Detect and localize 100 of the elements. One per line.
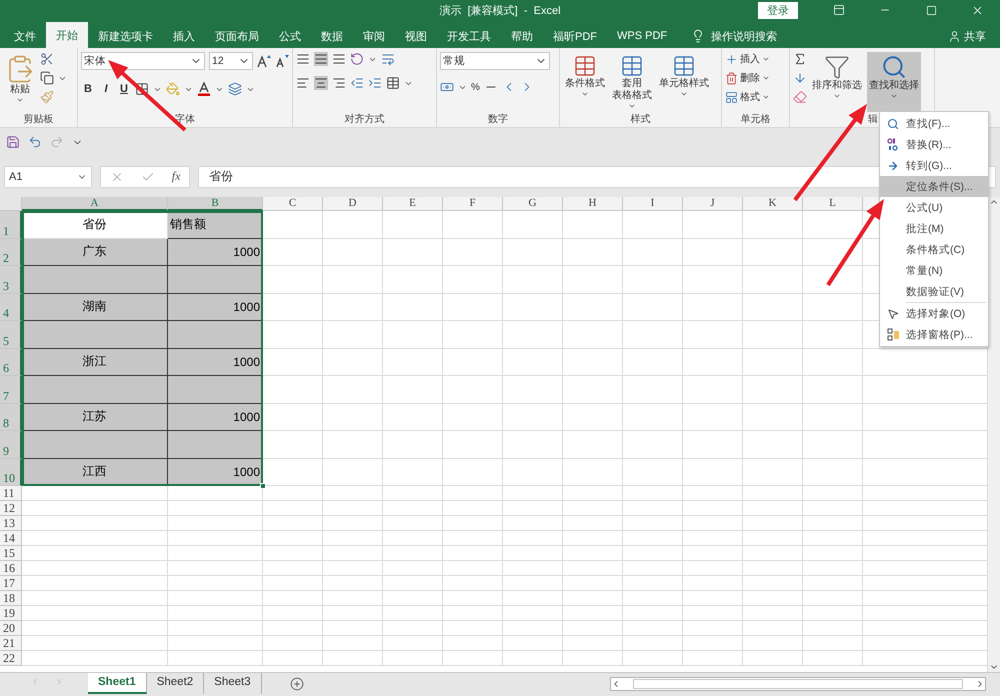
ribbon-tab[interactable]: 新建选项卡 xyxy=(88,24,163,48)
style-button[interactable]: 条件格式 xyxy=(563,52,607,112)
row-header[interactable]: 8 xyxy=(0,404,22,431)
row-header[interactable]: 15 xyxy=(0,546,22,561)
cells-button[interactable]: 删除 xyxy=(725,71,770,85)
caret-icon[interactable] xyxy=(762,93,770,101)
name-box[interactable]: A1 xyxy=(4,166,92,188)
maximize-icon[interactable] xyxy=(926,4,937,16)
ribbon-tab[interactable]: 插入 xyxy=(163,24,205,48)
align-right-icon[interactable] xyxy=(332,76,346,90)
insert-function-button[interactable]: fx xyxy=(172,169,180,184)
menu-item[interactable]: 替换(R)... xyxy=(880,134,988,155)
row-header[interactable]: 21 xyxy=(0,636,22,651)
caret-icon[interactable] xyxy=(890,92,898,100)
align-left-icon[interactable] xyxy=(296,76,310,90)
decrease-indent-icon[interactable] xyxy=(350,76,364,90)
column-header[interactable]: F xyxy=(443,197,503,211)
number-format-select[interactable]: 常规 xyxy=(440,52,550,70)
column-header[interactable]: A xyxy=(22,197,168,211)
undo-icon[interactable] xyxy=(28,135,42,149)
row-header[interactable]: 14 xyxy=(0,531,22,546)
copy-icon[interactable] xyxy=(40,71,54,85)
ribbon-tab[interactable]: 开发工具 xyxy=(437,24,501,48)
font-name-select[interactable]: 宋体 xyxy=(81,52,205,70)
fill-icon[interactable] xyxy=(793,71,807,85)
add-sheet-icon[interactable] xyxy=(290,677,304,691)
grow-font-icon[interactable] xyxy=(257,54,271,68)
table-icon[interactable] xyxy=(672,54,696,78)
row-header[interactable]: 18 xyxy=(0,591,22,606)
wrap-text-icon[interactable] xyxy=(381,52,395,66)
align-top-icon[interactable] xyxy=(296,52,310,66)
increase-indent-icon[interactable] xyxy=(368,76,382,90)
caret-icon[interactable] xyxy=(762,55,770,63)
sheet-tab[interactable]: Sheet2 xyxy=(146,673,204,694)
caret-icon[interactable] xyxy=(762,74,770,82)
menu-item[interactable]: 批注(M) xyxy=(880,218,988,239)
ribbon-tab[interactable]: 数据 xyxy=(311,24,353,48)
ribbon-tab[interactable]: 开始 xyxy=(46,22,88,48)
shrink-font-icon[interactable] xyxy=(275,54,289,68)
row-header[interactable]: 19 xyxy=(0,606,22,621)
sheet-tab[interactable]: Sheet1 xyxy=(88,673,147,694)
filter-icon[interactable] xyxy=(824,54,850,80)
column-header[interactable]: K xyxy=(743,197,803,211)
row-header[interactable]: 20 xyxy=(0,621,22,636)
ribbon-tab[interactable]: 帮助 xyxy=(501,24,543,48)
row-header[interactable]: 11 xyxy=(0,486,22,501)
align-bottom-icon[interactable] xyxy=(332,52,346,66)
row-header[interactable]: 7 xyxy=(0,376,22,404)
cells-button[interactable]: 格式 xyxy=(725,90,770,104)
ribbon-tab[interactable]: 审阅 xyxy=(353,24,395,48)
row-header[interactable]: 13 xyxy=(0,516,22,531)
sort-filter-button[interactable]: 排序和筛选 xyxy=(810,52,864,112)
underline-button[interactable]: U xyxy=(117,83,131,95)
horizontal-scrollbar[interactable] xyxy=(610,677,986,691)
column-header[interactable]: L xyxy=(803,197,863,211)
insert-icon[interactable] xyxy=(725,52,738,66)
column-header[interactable]: J xyxy=(683,197,743,211)
menu-item[interactable]: 查找(F)... xyxy=(880,113,988,134)
row-header[interactable]: 17 xyxy=(0,576,22,591)
menu-item[interactable]: 选择对象(O) xyxy=(880,303,988,324)
caret-icon[interactable] xyxy=(628,102,636,110)
percent-button[interactable]: % xyxy=(471,82,480,92)
table-icon[interactable] xyxy=(573,54,597,78)
align-middle-icon[interactable] xyxy=(314,52,328,66)
caret-icon[interactable] xyxy=(680,90,688,98)
font-color-icon[interactable] xyxy=(197,82,211,96)
sign-in-button[interactable]: 登录 xyxy=(758,2,798,18)
style-button[interactable]: 单元格样式 xyxy=(657,52,711,112)
table-icon[interactable] xyxy=(620,54,644,78)
italic-button[interactable]: I xyxy=(99,83,113,95)
ribbon-tab[interactable]: 视图 xyxy=(395,24,437,48)
caret-icon[interactable] xyxy=(833,92,841,100)
column-header[interactable]: H xyxy=(563,197,623,211)
row-header[interactable]: 10 xyxy=(0,458,22,486)
delete-icon[interactable] xyxy=(725,72,738,84)
row-header[interactable]: 3 xyxy=(0,266,22,294)
column-header[interactable]: E xyxy=(383,197,443,211)
ribbon-display-icon[interactable] xyxy=(833,4,846,16)
row-header[interactable]: 4 xyxy=(0,294,22,321)
search-icon[interactable] xyxy=(881,54,907,80)
ribbon-tab[interactable]: 公式 xyxy=(269,24,311,48)
fill-handle[interactable] xyxy=(260,483,266,489)
user-icon[interactable] xyxy=(948,30,961,42)
fill-color-icon[interactable] xyxy=(166,82,180,96)
column-header[interactable]: G xyxy=(503,197,563,211)
share-button[interactable]: 共享 xyxy=(948,24,986,48)
save-icon[interactable] xyxy=(6,135,20,149)
vertical-scrollbar[interactable] xyxy=(987,197,1000,672)
currency-icon[interactable] xyxy=(440,80,454,94)
scroll-thumb[interactable] xyxy=(633,679,963,689)
menu-item[interactable]: 数据验证(V) xyxy=(880,281,988,302)
find-select-button[interactable]: 查找和选择 xyxy=(867,52,921,112)
menu-item[interactable]: 定位条件(S)... xyxy=(880,176,988,197)
row-header[interactable]: 1 xyxy=(0,211,22,238)
font-size-select[interactable]: 12 xyxy=(209,52,253,70)
menu-item[interactable]: 选择窗格(P)... xyxy=(880,324,988,345)
menu-item[interactable]: 条件格式(C) xyxy=(880,239,988,260)
style-button[interactable]: 套用 表格格式 xyxy=(610,52,654,112)
menu-item[interactable]: 公式(U) xyxy=(880,197,988,218)
column-header[interactable]: C xyxy=(263,197,323,211)
